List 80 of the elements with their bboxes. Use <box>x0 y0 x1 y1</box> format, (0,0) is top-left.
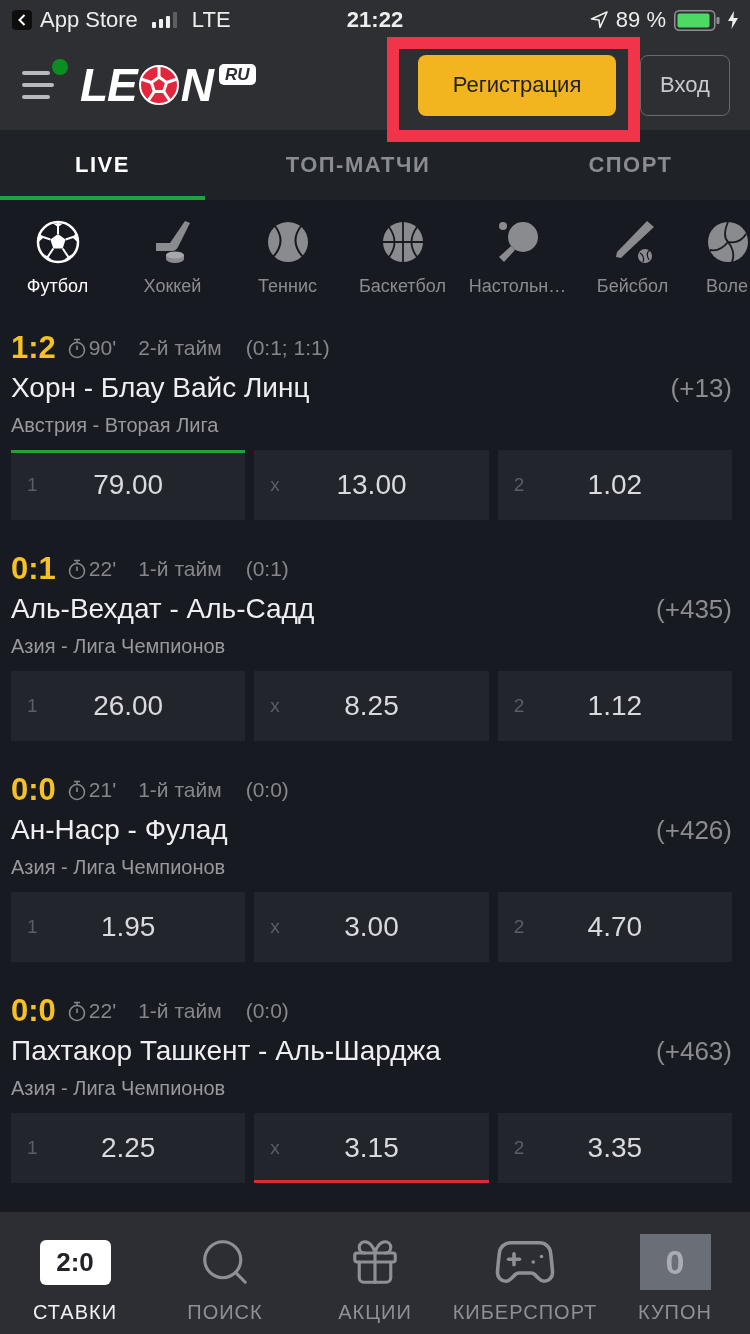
match-minute: 22' <box>88 999 117 1023</box>
logo-ball-icon <box>138 65 179 105</box>
odds-button[interactable]: 2 1.12 <box>497 671 732 741</box>
location-arrow-icon <box>589 11 608 29</box>
network-type: LTE <box>191 7 231 33</box>
tennis-ball-icon <box>265 220 310 264</box>
nav-item[interactable]: 0 КУПОН <box>600 1212 750 1334</box>
league-name: Азия - Лига Чемпионов <box>11 634 226 658</box>
match-teams: Ан-Наср - Фулад <box>11 814 228 846</box>
sport-tab[interactable]: Футбол <box>0 220 115 299</box>
more-markets-count: (+435) <box>656 593 732 625</box>
odds-button[interactable]: 2 1.02 <box>497 450 732 520</box>
match-period: 2-й тайм <box>138 336 222 360</box>
match-score: 0:0 <box>11 993 56 1029</box>
period-scores: (0:0) <box>245 999 289 1023</box>
sport-tab[interactable]: Теннис <box>230 220 345 299</box>
odds-button[interactable]: x 3.15 <box>254 1113 489 1183</box>
match-score: 1:2 <box>11 330 56 366</box>
sport-tab[interactable]: Воле <box>690 220 750 299</box>
match-teams: Аль-Вехдат - Аль-Садд <box>11 593 315 625</box>
match-minute: 90' <box>88 336 117 360</box>
stopwatch-icon <box>67 558 86 580</box>
match-teams: Хорн - Блау Вайс Линц <box>11 372 310 404</box>
nav-item[interactable]: 2:0 СТАВКИ <box>0 1212 150 1334</box>
odds-button[interactable]: 2 3.35 <box>497 1113 732 1183</box>
league-name: Австрия - Вторая Лига <box>11 413 219 437</box>
section-tab[interactable]: ТОП-МАТЧИ <box>205 130 511 200</box>
period-scores: (0:0) <box>245 778 289 802</box>
stopwatch-icon <box>67 337 86 359</box>
back-button[interactable]: App Store <box>12 7 138 33</box>
login-button[interactable]: Вход <box>640 54 730 116</box>
status-time: 21:22 <box>346 7 404 33</box>
match-period: 1-й тайм <box>138 778 222 802</box>
league-name: Азия - Лига Чемпионов <box>11 1076 226 1100</box>
odds-button[interactable]: x 13.00 <box>254 450 489 520</box>
stopwatch-icon <box>67 1000 86 1022</box>
basketball-icon <box>380 220 425 264</box>
score-badge: 2:0 <box>39 1239 111 1285</box>
logo-text: LE <box>80 62 137 108</box>
sport-tab[interactable]: Хоккей <box>115 220 230 299</box>
match-minute: 22' <box>88 557 117 581</box>
odds-button[interactable]: 1 2.25 <box>11 1113 246 1183</box>
battery-percent: 89 % <box>615 7 666 33</box>
sport-tab[interactable]: Настольн… <box>460 220 575 299</box>
logo-text: N <box>180 62 213 108</box>
battery-icon <box>674 9 720 31</box>
register-button[interactable]: Регистрация <box>418 54 616 116</box>
league-name: Азия - Лига Чемпионов <box>11 855 226 879</box>
nav-item[interactable]: АКЦИИ <box>300 1212 450 1334</box>
match-period: 1-й тайм <box>138 557 222 581</box>
odds-button[interactable]: 1 1.95 <box>11 892 246 962</box>
odds-button[interactable]: 1 79.00 <box>11 450 246 520</box>
more-markets-count: (+13) <box>670 372 732 404</box>
odds-button[interactable]: 2 4.70 <box>497 892 732 962</box>
odds-button[interactable]: 1 26.00 <box>11 671 246 741</box>
logo-badge: RU <box>219 64 256 85</box>
match-score: 0:0 <box>11 772 56 808</box>
odds-button[interactable]: x 3.00 <box>254 892 489 962</box>
nav-item[interactable]: КИБЕРСПОРТ <box>450 1212 600 1334</box>
coupon-count: 0 <box>639 1234 711 1290</box>
odds-button[interactable]: x 8.25 <box>254 671 489 741</box>
match-period: 1-й тайм <box>138 999 222 1023</box>
match-teams: Пахтакор Ташкент - Аль-Шарджа <box>11 1035 441 1067</box>
period-scores: (0:1; 1:1) <box>245 336 330 360</box>
period-scores: (0:1) <box>245 557 289 581</box>
section-tab[interactable]: LIVE <box>0 130 205 200</box>
match-score: 0:1 <box>11 551 56 587</box>
sport-tab[interactable]: Бейсбол <box>575 220 690 299</box>
sport-tab[interactable]: Баскетбол <box>345 220 460 299</box>
section-tab[interactable]: СПОРТ <box>511 130 750 200</box>
menu-button[interactable] <box>22 70 56 100</box>
menu-icon <box>22 70 56 100</box>
soccer-ball-icon <box>35 220 80 264</box>
more-markets-count: (+426) <box>656 814 732 846</box>
nav-item[interactable]: ПОИСК <box>150 1212 300 1334</box>
charging-bolt-icon <box>728 11 738 29</box>
stopwatch-icon <box>67 779 86 801</box>
more-markets-count: (+463) <box>656 1035 732 1067</box>
signal-icon <box>151 12 178 28</box>
match-minute: 21' <box>88 778 117 802</box>
